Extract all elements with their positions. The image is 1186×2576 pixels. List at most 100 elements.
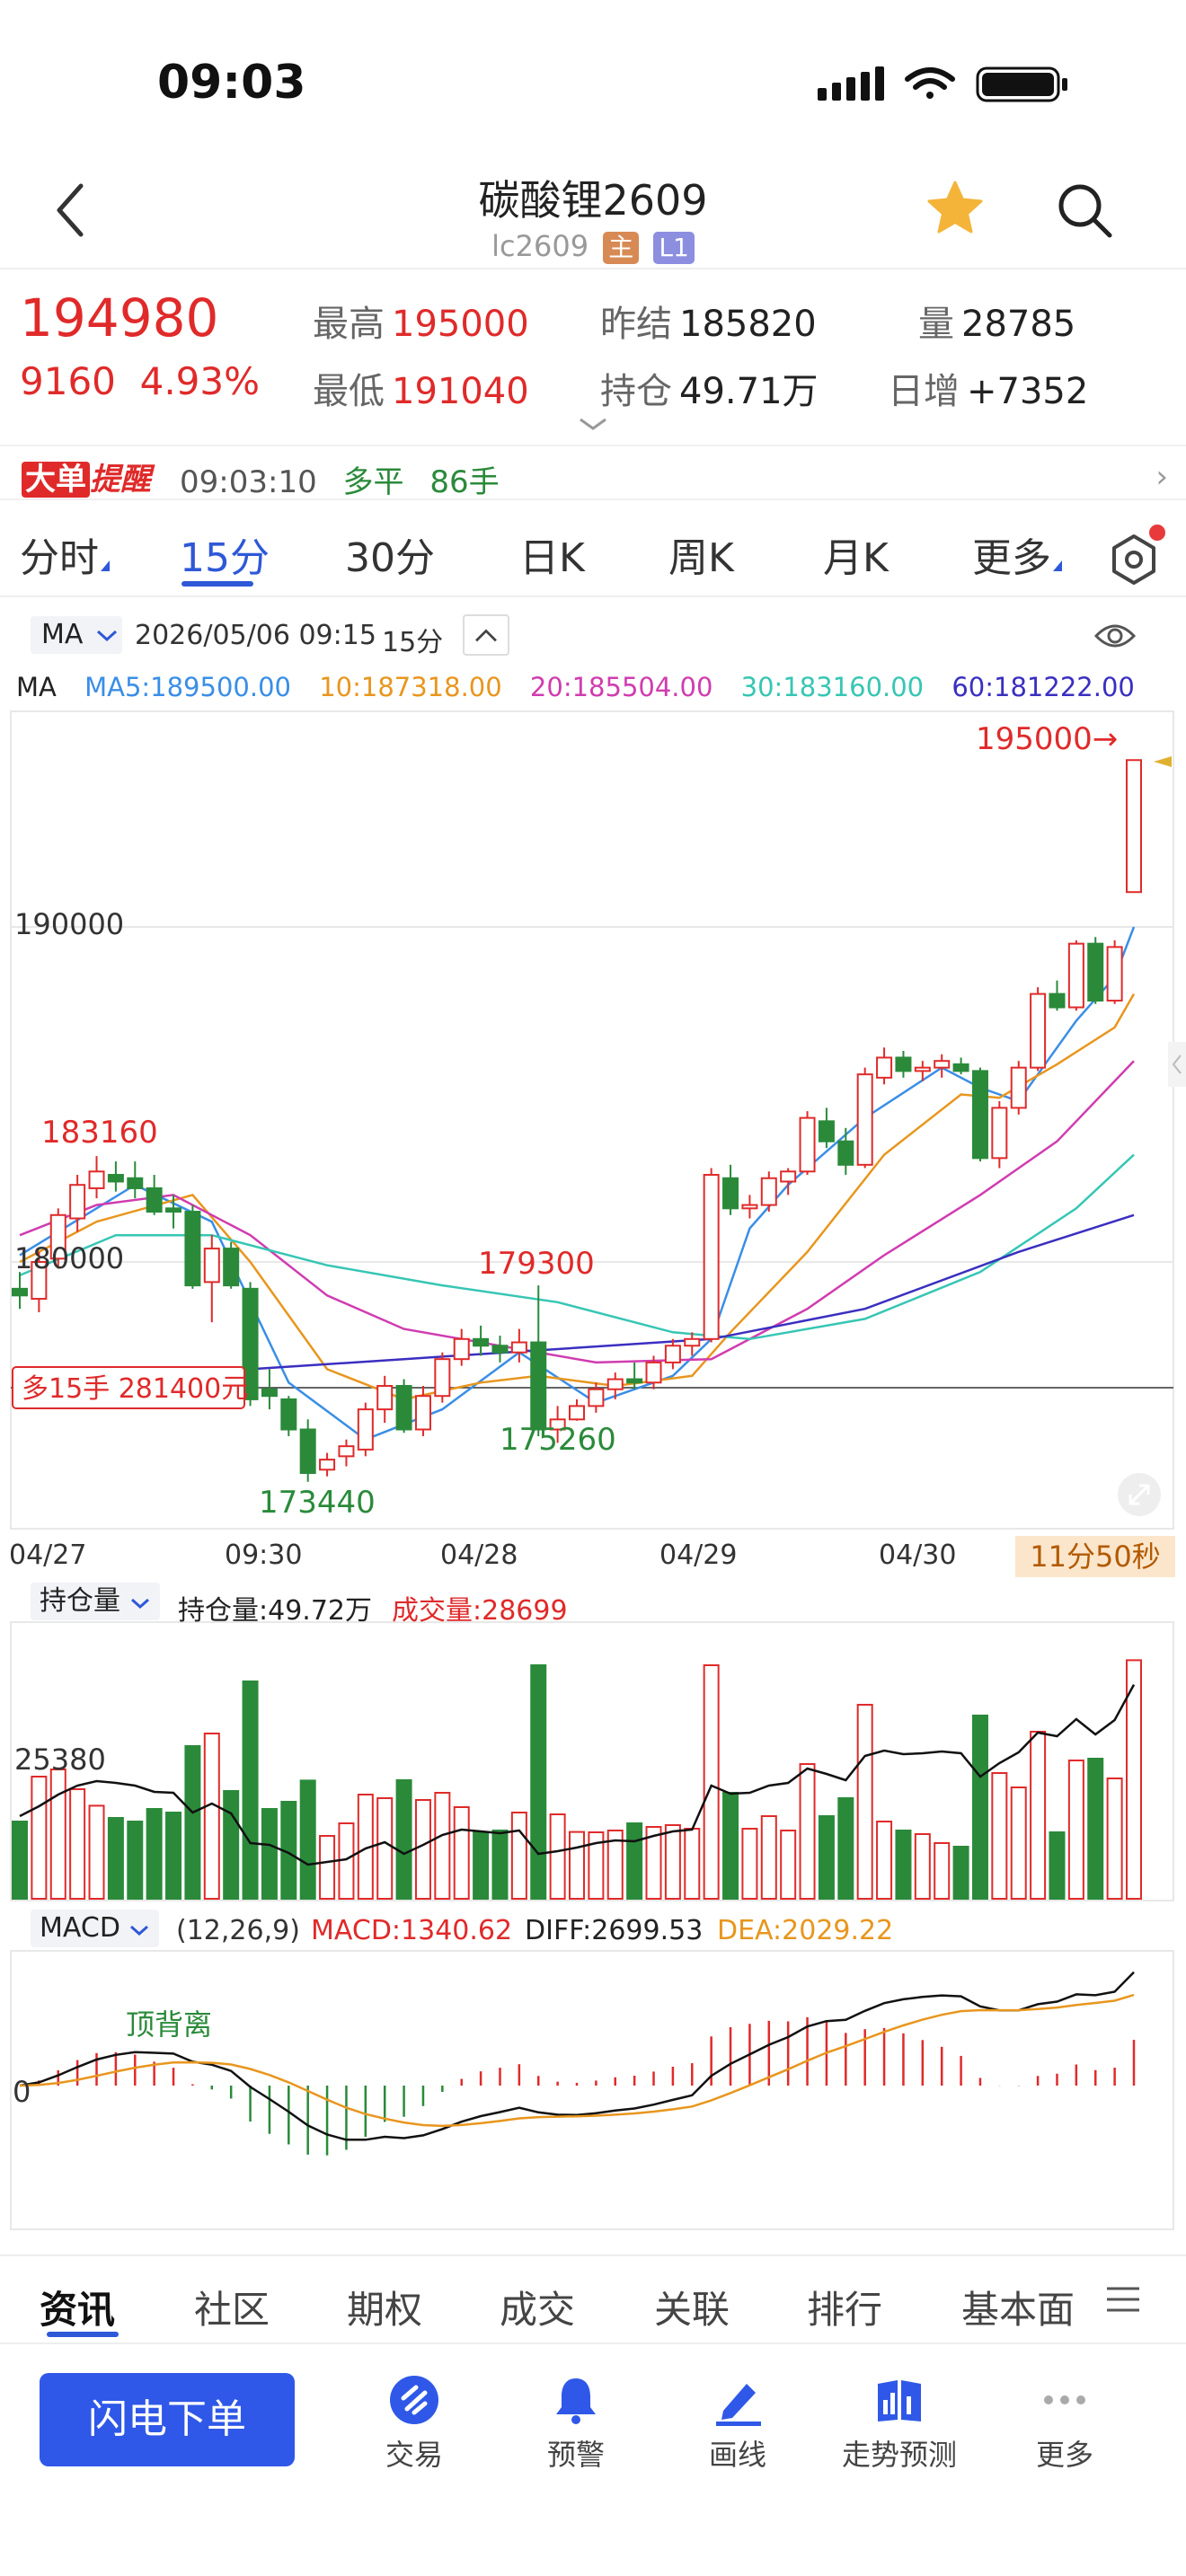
trend-forecast-button[interactable]: 走势预测 <box>823 2373 976 2481</box>
book-chart-icon <box>878 2380 921 2422</box>
volume-bar <box>722 1792 739 1900</box>
macd-zero-label: 0 <box>13 2075 31 2109</box>
candle-body <box>453 1337 470 1361</box>
volume-bar <box>184 1745 201 1900</box>
candle-body <box>722 1177 739 1210</box>
draw-line-button[interactable]: 画线 <box>661 2373 814 2481</box>
candle-body <box>818 1120 835 1142</box>
macd-header: MACD (12,26,9) MACD:1340.62 DIFF:2699.53… <box>0 1906 1186 1951</box>
volume-bar <box>261 1808 278 1900</box>
fullscreen-icon <box>1118 1473 1161 1516</box>
candle-body <box>203 1248 220 1284</box>
candle-body <box>1106 946 1123 1002</box>
candle-body <box>1126 759 1142 894</box>
candle-body <box>184 1211 201 1287</box>
menu-icon[interactable] <box>1103 2281 1143 2317</box>
candle-body <box>780 1170 797 1183</box>
volume-bar <box>1010 1786 1027 1900</box>
volume-bar <box>49 1769 66 1900</box>
volume-bar <box>760 1815 777 1900</box>
tab-trades[interactable]: 成交 <box>500 2280 575 2334</box>
tab-community[interactable]: 社区 <box>194 2280 270 2334</box>
macd-indicator-selector[interactable]: MACD <box>31 1910 160 1947</box>
more-dots-icon <box>1044 2395 1085 2404</box>
tab-options[interactable]: 期权 <box>347 2280 422 2334</box>
tab-fundamentals[interactable]: 基本面 <box>961 2280 1078 2334</box>
tab-ranking[interactable]: 排行 <box>807 2280 882 2334</box>
time-label: 04/29 <box>659 1539 738 1571</box>
current-price-marker-icon <box>1154 756 1172 767</box>
volume-bar <box>31 1776 48 1900</box>
volume-text: 成交量:28699 <box>392 1595 568 1627</box>
volume-bar <box>741 1828 758 1900</box>
volume-bar <box>952 1846 969 1900</box>
alert-button[interactable]: 预警 <box>500 2373 652 2481</box>
candle-body <box>971 1070 988 1160</box>
candle-body <box>165 1207 182 1213</box>
candle-body <box>837 1140 854 1166</box>
volume-bar <box>146 1808 163 1900</box>
volume-bar <box>299 1779 316 1901</box>
volume-bar <box>569 1831 585 1900</box>
more-button[interactable]: 更多 <box>988 2373 1141 2481</box>
candle-body <box>760 1177 777 1206</box>
volume-bar <box>473 1831 490 1900</box>
volume-bar <box>1087 1758 1104 1900</box>
candle-body <box>606 1378 624 1390</box>
volume-bar <box>69 1788 86 1900</box>
time-axis: 04/27 09:30 04/28 04/29 04/30 11分50秒 <box>0 1536 1186 1577</box>
info-tabs: 资讯 社区 期权 成交 关联 排行 基本面 <box>0 2254 1186 2344</box>
volume-bar <box>1106 1778 1123 1900</box>
volume-bar <box>242 1681 259 1900</box>
volume-bar <box>319 1835 336 1900</box>
volume-bar <box>818 1815 835 1900</box>
volume-axis-label: 25380 <box>14 1742 106 1777</box>
volume-bar <box>395 1779 412 1900</box>
candle-body <box>127 1177 144 1189</box>
volume-bar <box>510 1812 527 1900</box>
macd-annotation: 顶背离 <box>126 2007 212 2042</box>
trade-button[interactable]: 交易 <box>338 2373 491 2481</box>
volume-header: 持仓量 持仓量:49.72万 成交量:28699 <box>0 1579 1186 1627</box>
volume-bar <box>453 1806 470 1900</box>
candle-body <box>741 1204 758 1210</box>
time-label: 04/27 <box>9 1539 87 1571</box>
volume-bar <box>1049 1831 1066 1900</box>
position-tag: 多15手 281400元 <box>22 1373 248 1405</box>
flash-order-button[interactable]: 闪电下单 <box>40 2373 295 2466</box>
candle-body <box>107 1174 124 1183</box>
volume-bar <box>1030 1731 1047 1900</box>
candle-body <box>223 1248 240 1287</box>
volume-bar <box>876 1821 893 1900</box>
tab-related[interactable]: 关联 <box>654 2280 730 2334</box>
trade-icon <box>390 2376 438 2424</box>
diff-value: DIFF:2699.53 <box>525 1915 704 1946</box>
price-label-180000: 180000 <box>14 1241 124 1275</box>
pencil-icon <box>716 2384 761 2426</box>
time-label: 04/30 <box>879 1539 957 1571</box>
candle-body <box>934 1060 951 1069</box>
side-collapse-handle <box>1168 1042 1186 1087</box>
candle-body <box>510 1341 527 1354</box>
candle-body <box>1049 992 1066 1009</box>
bar-countdown: 11分50秒 <box>1015 1536 1175 1577</box>
bell-icon <box>556 2378 596 2424</box>
time-label: 04/28 <box>440 1539 518 1571</box>
volume-bar <box>434 1792 451 1900</box>
volume-indicator-selector[interactable]: 持仓量 <box>31 1583 160 1620</box>
annotation-low-173440: 173440 <box>259 1485 376 1521</box>
tab-news[interactable]: 资讯 <box>40 2280 115 2334</box>
candle-body <box>991 1107 1008 1160</box>
volume-bar <box>934 1842 951 1900</box>
candle-body <box>1087 942 1104 1002</box>
candle-body <box>261 1388 278 1398</box>
candle-body <box>1067 942 1084 1009</box>
volume-bar <box>414 1799 431 1900</box>
chevron-down-icon <box>130 1598 149 1610</box>
candle-body <box>684 1337 701 1347</box>
candle-body <box>88 1170 105 1189</box>
candle-body <box>376 1385 394 1411</box>
volume-bar <box>12 1821 28 1900</box>
time-label: 09:30 <box>225 1539 303 1571</box>
candle-body <box>856 1073 873 1166</box>
